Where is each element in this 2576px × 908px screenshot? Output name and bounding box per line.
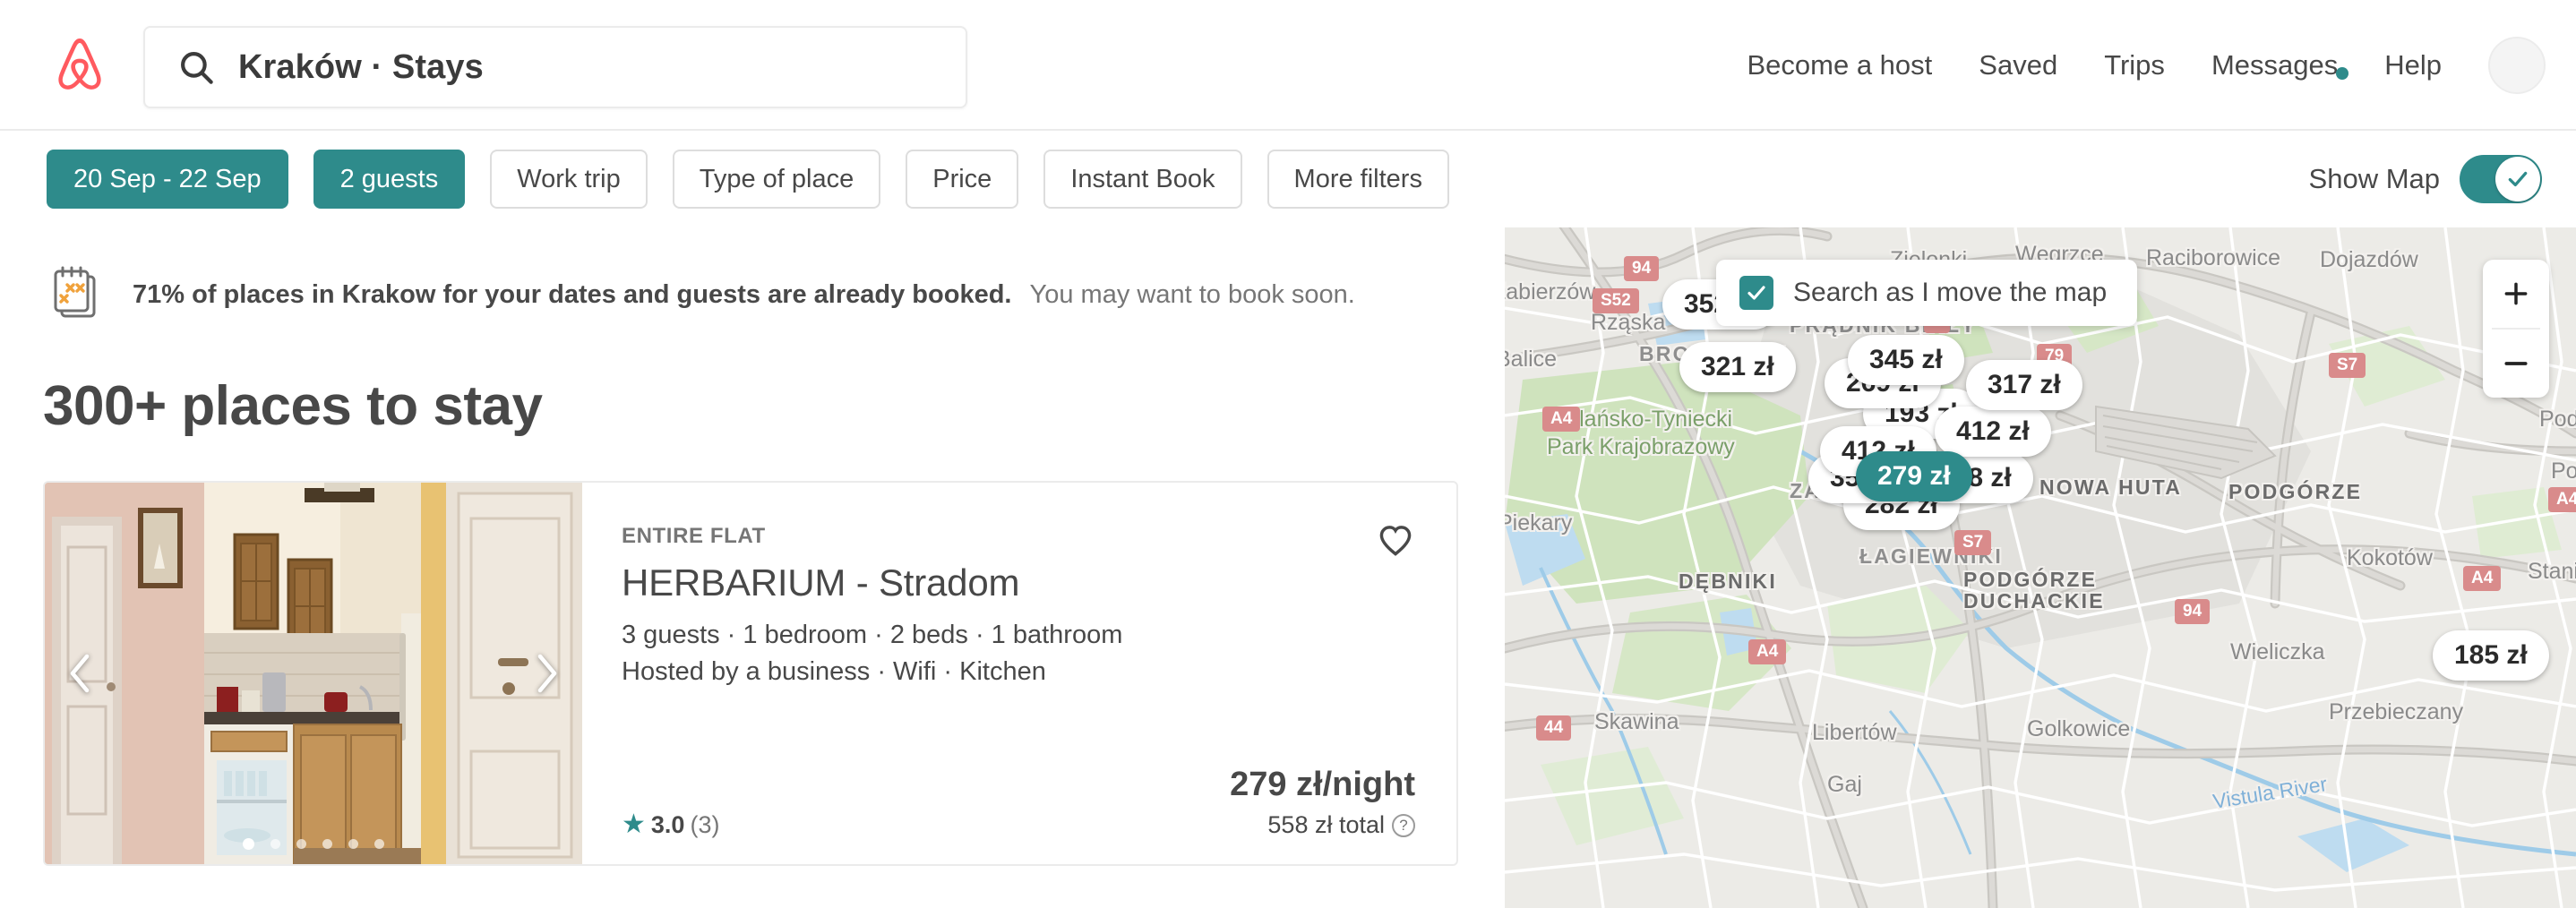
nav-item-messages[interactable]: Messages <box>2188 49 2361 81</box>
nav-item-help[interactable]: Help <box>2361 49 2465 81</box>
filter-pill-more-filters[interactable]: More filters <box>1267 150 1449 209</box>
map-price-pin[interactable]: 412 zł <box>1935 407 2051 457</box>
nav-label: Help <box>2384 49 2442 81</box>
question-mark-icon[interactable]: ? <box>1392 813 1415 837</box>
map-price-pin-selected[interactable]: 279 zł <box>1856 451 1972 501</box>
listing-capacity: 3 guests · 1 bedroom · 2 beds · 1 bathro… <box>622 621 1123 649</box>
carousel-dot[interactable] <box>243 838 254 850</box>
airbnb-search-page: Kraków · Stays Become a host Saved Trips… <box>0 0 2576 908</box>
listing-footer: ★ 3.0 (3) 279 zł/night 558 zł total ? <box>622 766 1415 839</box>
carousel-dot[interactable] <box>296 839 306 849</box>
notice-strong-text: 71% of places in Krakow for your dates a… <box>133 279 1012 309</box>
calendar-booked-icon <box>50 265 102 324</box>
page-title: 300+ places to stay <box>43 375 543 437</box>
photo-carousel-dots <box>243 838 384 850</box>
search-input[interactable]: Kraków · Stays <box>143 26 967 108</box>
search-icon <box>177 48 215 86</box>
listing-details: ENTIRE FLAT HERBARIUM - Stradom 3 guests… <box>582 483 1456 864</box>
site-header: Kraków · Stays Become a host Saved Trips… <box>0 0 2576 131</box>
listing-price: 279 zł/night 558 zł total ? <box>1230 766 1415 839</box>
nav-item-trips[interactable]: Trips <box>2081 49 2188 81</box>
chevron-right-icon[interactable] <box>523 650 570 697</box>
nav-item-become-a-host[interactable]: Become a host <box>1723 49 1955 81</box>
nav-label: Trips <box>2104 49 2165 81</box>
show-map-label: Show Map <box>2308 163 2440 194</box>
map-price-pin[interactable]: 317 zł <box>1966 360 2082 410</box>
filter-pill-label: 2 guests <box>339 164 439 193</box>
toggle-knob <box>2495 157 2540 201</box>
filter-bar: 20 Sep - 22 Sep 2 guests Work trip Type … <box>0 131 2576 227</box>
nav-label: Saved <box>1979 49 2058 81</box>
messages-unread-badge <box>2336 67 2349 80</box>
filter-pill-label: Instant Book <box>1070 164 1215 193</box>
listing-rating: ★ 3.0 (3) <box>622 811 719 839</box>
map-zoom-controls <box>2483 260 2549 398</box>
map-panel[interactable]: Zielonki Węgrzce Raciborowice Dojazdów Z… <box>1505 227 2576 908</box>
map-price-pin[interactable]: 345 zł <box>1848 335 1964 385</box>
filter-pill-work-trip[interactable]: Work trip <box>490 150 648 209</box>
price-total-row: 558 zł total ? <box>1230 811 1415 839</box>
rating-count: (3) <box>690 811 720 838</box>
listing-photo[interactable] <box>45 483 582 864</box>
show-map-toggle[interactable]: Show Map <box>2309 155 2542 203</box>
main-nav: Become a host Saved Trips Messages Help <box>1723 0 2546 131</box>
airbnb-logo-icon[interactable] <box>30 35 129 94</box>
listing-title[interactable]: HERBARIUM - Stradom <box>622 561 1415 604</box>
search-as-move-control[interactable]: Search as I move the map <box>1716 260 2138 326</box>
filter-pill-dates[interactable]: 20 Sep - 22 Sep <box>47 150 288 209</box>
filter-pill-price[interactable]: Price <box>906 150 1019 209</box>
map-price-pin[interactable]: 185 zł <box>2433 630 2549 681</box>
notice-text: 71% of places in Krakow for your dates a… <box>133 279 1355 311</box>
filter-pill-instant-book[interactable]: Instant Book <box>1043 150 1242 209</box>
zoom-in-button[interactable] <box>2483 260 2549 328</box>
listing-card[interactable]: ENTIRE FLAT HERBARIUM - Stradom 3 guests… <box>43 481 1458 866</box>
filter-pill-label: Type of place <box>699 164 854 193</box>
zoom-out-button[interactable] <box>2483 330 2549 398</box>
star-icon: ★ <box>622 809 646 839</box>
heart-icon[interactable] <box>1376 520 1415 560</box>
filter-pill-label: Price <box>932 164 992 193</box>
show-map-switch[interactable] <box>2460 155 2542 203</box>
notice-sub-text: You may want to book soon. <box>1029 279 1355 309</box>
price-total-text: 558 zł total <box>1267 811 1385 838</box>
carousel-dot[interactable] <box>374 839 384 849</box>
search-as-move-checkbox[interactable] <box>1739 276 1773 310</box>
nav-label: Become a host <box>1747 49 1933 81</box>
listing-amenities: Hosted by a business · Wifi · Kitchen <box>622 657 1046 686</box>
filter-pill-type-of-place[interactable]: Type of place <box>672 150 881 209</box>
search-input-value: Kraków · Stays <box>238 47 484 86</box>
carousel-dot[interactable] <box>348 839 358 849</box>
map-price-pin[interactable]: 321 zł <box>1679 342 1796 392</box>
filter-pill-guests[interactable]: 2 guests <box>313 150 466 209</box>
booking-urgency-notice: 71% of places in Krakow for your dates a… <box>50 265 1505 324</box>
price-per-night: 279 zł/night <box>1230 766 1415 803</box>
carousel-dot[interactable] <box>270 839 280 849</box>
filter-pills: 20 Sep - 22 Sep 2 guests Work trip Type … <box>47 150 1449 209</box>
search-as-move-label: Search as I move the map <box>1793 278 2108 307</box>
filter-pill-label: Work trip <box>517 164 621 193</box>
nav-label: Messages <box>2211 49 2339 81</box>
listing-room-type: ENTIRE FLAT <box>622 524 766 548</box>
avatar[interactable] <box>2488 37 2546 94</box>
filter-pill-label: 20 Sep - 22 Sep <box>73 164 262 193</box>
nav-item-saved[interactable]: Saved <box>1955 49 2081 81</box>
carousel-dot[interactable] <box>322 839 332 849</box>
filter-pill-label: More filters <box>1293 164 1422 193</box>
chevron-left-icon[interactable] <box>57 650 104 697</box>
results-pane: 71% of places in Krakow for your dates a… <box>0 227 1505 908</box>
rating-score: 3.0 <box>650 811 685 838</box>
